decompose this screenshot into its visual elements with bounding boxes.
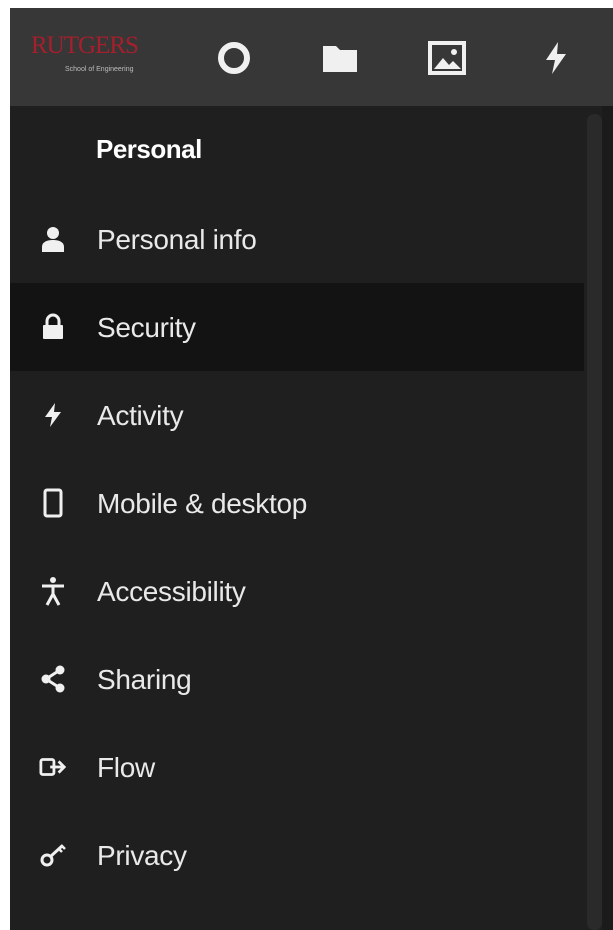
lock-icon [39, 313, 67, 341]
settings-window: RUTGERS School of Engineering Personal P… [10, 8, 613, 930]
sidebar-item-label: Privacy [97, 840, 187, 871]
rutgers-logo[interactable]: RUTGERS School of Engineering [31, 32, 161, 82]
sidebar-item-flow[interactable]: Flow [10, 723, 584, 811]
sidebar-item-personal-info[interactable]: Personal info [10, 195, 584, 283]
sidebar-item-label: Sharing [97, 664, 192, 695]
sidebar-item-mobile-desktop[interactable]: Mobile & desktop [10, 459, 584, 547]
circle-icon[interactable] [212, 36, 256, 80]
scrollbar-thumb[interactable] [587, 114, 602, 930]
sidebar-item-sharing[interactable]: Sharing [10, 635, 584, 723]
lightning-icon[interactable] [534, 36, 578, 80]
sidebar-item-security[interactable]: Security [10, 283, 584, 371]
phone-icon [39, 488, 67, 518]
sidebar-item-label: Activity [97, 400, 184, 431]
logo-wordmark: RUTGERS [31, 32, 139, 59]
sidebar-item-label: Security [97, 312, 196, 343]
key-icon [39, 841, 67, 869]
section-title: Personal [96, 134, 202, 164]
sidebar-item-label: Personal info [97, 224, 257, 255]
image-icon[interactable] [425, 36, 469, 80]
sidebar-item-accessibility[interactable]: Accessibility [10, 547, 584, 635]
folder-icon[interactable] [318, 36, 362, 80]
sidebar-item-label: Mobile & desktop [97, 488, 307, 519]
top-bar: RUTGERS School of Engineering [10, 8, 613, 106]
sidebar-item-label: Accessibility [97, 576, 246, 607]
sidebar-item-privacy[interactable]: Privacy [10, 811, 584, 899]
share-icon [39, 665, 67, 693]
sidebar-item-label: Flow [97, 752, 155, 783]
person-icon [39, 225, 67, 253]
scrollbar-track [602, 106, 613, 930]
sidebar-item-activity[interactable]: Activity [10, 371, 584, 459]
flow-icon [39, 753, 67, 781]
logo-subtitle: School of Engineering [65, 66, 134, 73]
lightning-icon [39, 401, 67, 429]
accessibility-icon [39, 577, 67, 606]
